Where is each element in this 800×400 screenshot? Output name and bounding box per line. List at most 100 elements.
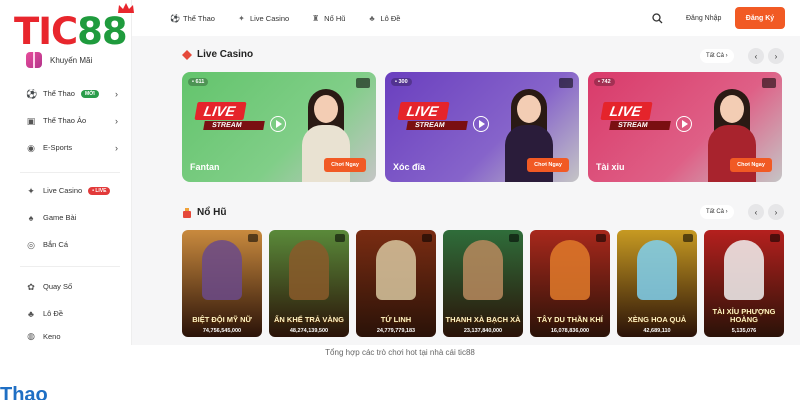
register-button[interactable]: Đăng Ký (735, 7, 785, 29)
provider-icon (762, 78, 776, 88)
play-now-button[interactable]: Chơi Ngay (527, 158, 569, 172)
live-stream-tag: LIVE STREAM (397, 102, 468, 130)
divider (20, 172, 120, 173)
game-artwork (550, 240, 590, 300)
no-hu-prev-button[interactable]: ‹ (748, 204, 764, 220)
jackpot-amount: 16,078,836,000 (550, 328, 590, 334)
gift-icon (26, 52, 42, 68)
logo-text-88: 88 (77, 10, 127, 53)
lode-icon: ♣ (369, 13, 375, 23)
game-artwork (202, 240, 242, 300)
sidebar-item-lode[interactable]: ♣ Lô Đề (26, 300, 122, 327)
slot-game-card[interactable]: XÈNG HOA QUẢ 42,689,110 (617, 230, 697, 337)
video-icon (335, 234, 345, 242)
sidebar-item-label: Quay Số (43, 282, 73, 291)
search-button[interactable] (648, 9, 666, 27)
keno-icon: ◍ (27, 331, 35, 341)
casino-card-xoc-dia[interactable]: • 300 LIVE STREAM Xóc đĩa Chơi Ngay (385, 72, 579, 182)
slot-game-card[interactable]: BIỆT ĐỘI MỸ NỮ 74,756,545,000 (182, 230, 262, 337)
login-button[interactable]: Đăng Nhập (680, 9, 727, 27)
no-hu-next-button[interactable]: › (768, 204, 784, 220)
game-name: Fantan (190, 162, 220, 172)
jackpot-amount: 23,137,840,000 (463, 328, 503, 334)
section-heading: Thao (0, 384, 48, 400)
video-icon (683, 234, 693, 242)
esports-icon: ◉ (27, 142, 35, 153)
live-badge: • LIVE (88, 186, 111, 195)
sidebar-item-sports[interactable]: ⚽ Thể Thao MỚI › (26, 80, 122, 107)
top-navigation: ⚽ Thể Thao ✦ Live Casino ♜ Nổ Hũ ♣ Lô Đề… (170, 0, 795, 36)
nav-sports[interactable]: ⚽ Thể Thao (170, 14, 215, 23)
image-caption: Tổng hợp các trò chơi hot tại nhà cái ti… (325, 348, 475, 357)
virtual-sport-icon: ▣ (26, 115, 36, 126)
cards-icon: ♠ (28, 212, 34, 223)
jackpot-amount: 5,135,076 (731, 328, 757, 334)
slot-game-name: TÀI XỈU PHƯỢNG HOÀNG (712, 307, 776, 324)
nav-live-casino[interactable]: ✦ Live Casino (237, 14, 289, 23)
section-title-text: Live Casino (197, 49, 254, 60)
jackpot-amount: 42,689,110 (643, 328, 671, 334)
slot-game-card[interactable]: TỨ LINH 24,779,779,183 (356, 230, 436, 337)
sidebar-item-promotions[interactable]: Khuyến Mãi (26, 52, 92, 68)
live-casino-prev-button[interactable]: ‹ (748, 48, 764, 64)
play-icon (473, 116, 489, 132)
game-artwork (724, 240, 764, 300)
lode-icon: ♣ (28, 308, 34, 319)
player-count: • 611 (188, 78, 209, 86)
casino-card-fantan[interactable]: • 611 LIVE STREAM Fantan Chơi Ngay (182, 72, 376, 182)
chevron-right-icon: › (115, 115, 118, 126)
slot-game-name: THANH XÀ BẠCH XÀ (445, 315, 521, 324)
slot-game-card[interactable]: ẨN KHẾ TRẢ VÀNG 48,274,139,500 (269, 230, 349, 337)
play-now-button[interactable]: Chơi Ngay (324, 158, 366, 172)
section-title-text: Nổ Hũ (197, 207, 227, 218)
sidebar-item-label: Live Casino (43, 186, 83, 195)
soccer-icon: ⚽ (170, 13, 180, 23)
sidebar-item-esports[interactable]: ◉ E-Sports › (26, 134, 122, 161)
search-icon (651, 12, 662, 23)
casino-card-tai-xiu[interactable]: • 742 LIVE STREAM Tài xỉu Chơi Ngay (588, 72, 782, 182)
slot-game-name: TÂY DU THẦN KHÍ (537, 315, 603, 324)
slot-game-card[interactable]: TÀI XỈU PHƯỢNG HOÀNG 5,135,076 (704, 230, 784, 337)
sidebar-item-fishing[interactable]: ◎ Bắn Cá (26, 231, 122, 258)
sidebar-item-virtual-sports[interactable]: ▣ Thể Thao Ảo › (26, 107, 122, 134)
new-badge: MỚI (80, 89, 99, 98)
sidebar-item-label: Keno (43, 331, 61, 341)
live-casino-see-all[interactable]: Tất Cả › (700, 49, 734, 63)
sidebar-group-sports: ⚽ Thể Thao MỚI › ▣ Thể Thao Ảo › ◉ E-Spo… (26, 80, 122, 161)
no-hu-see-all[interactable]: Tất Cả › (700, 205, 734, 219)
play-now-button[interactable]: Chơi Ngay (730, 158, 772, 172)
sidebar-item-card-games[interactable]: ♠ Game Bài (26, 204, 122, 231)
sidebar-item-label: Thể Thao Ảo (43, 116, 87, 125)
divider (20, 266, 120, 267)
sidebar-group-casino: ✦ Live Casino • LIVE ♠ Game Bài ◎ Bắn Cá (26, 177, 122, 258)
chevron-right-icon: › (115, 88, 118, 99)
live-stream-tag: LIVE STREAM (600, 102, 671, 130)
sidebar-item-live-casino[interactable]: ✦ Live Casino • LIVE (26, 177, 122, 204)
jackpot-amount: 74,756,545,000 (202, 328, 242, 334)
jackpot-amount: 48,274,139,500 (289, 328, 329, 334)
sidebar-item-label: Game Bài (43, 213, 77, 222)
tic88-logo[interactable]: TIC88 (14, 3, 134, 53)
nav-label: Thể Thao (183, 13, 215, 23)
live-casino-next-button[interactable]: › (768, 48, 784, 64)
slot-game-name: BIỆT ĐỘI MỸ NỮ (192, 315, 252, 324)
nav-label: Nổ Hũ (324, 13, 346, 23)
nav-slots[interactable]: ♜ Nổ Hũ (311, 14, 345, 23)
video-icon (248, 234, 258, 242)
slot-game-card[interactable]: THANH XÀ BẠCH XÀ 23,137,840,000 (443, 230, 523, 337)
sidebar-item-keno[interactable]: ◍ Keno (26, 327, 122, 345)
provider-icon (356, 78, 370, 88)
play-icon (270, 116, 286, 132)
video-icon (596, 234, 606, 242)
soccer-icon: ⚽ (26, 88, 38, 99)
nav-lode[interactable]: ♣ Lô Đề (367, 14, 400, 23)
slot-game-name: ẨN KHẾ TRẢ VÀNG (273, 315, 344, 324)
lottery-icon: ✿ (27, 281, 35, 292)
sidebar-item-lottery[interactable]: ✿ Quay Số (26, 273, 122, 300)
game-artwork (637, 240, 677, 300)
slot-game-name: TỨ LINH (380, 315, 412, 324)
slot-game-card[interactable]: TÂY DU THẦN KHÍ 16,078,836,000 (530, 230, 610, 337)
jackpot-amount: 24,779,779,183 (376, 328, 416, 334)
fish-icon: ◎ (27, 239, 35, 250)
live-casino-icon: ✦ (238, 13, 245, 23)
